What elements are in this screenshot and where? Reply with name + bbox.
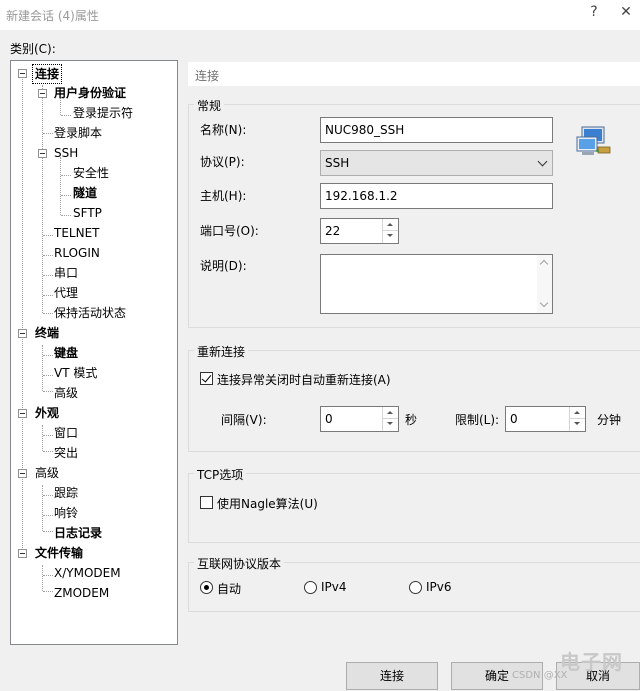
ip-v4-radio[interactable]	[304, 581, 317, 594]
description-textarea[interactable]	[320, 254, 553, 314]
auto-reconnect-checkbox[interactable]	[200, 372, 213, 385]
ip-version-group-title: 互联网协议版本	[194, 555, 285, 572]
ip-auto-radio[interactable]	[200, 581, 213, 594]
limit-increment-button[interactable]	[570, 407, 585, 419]
ip-v6-label[interactable]: IPv6	[426, 580, 452, 594]
limit-label: 限制(L):	[455, 413, 500, 427]
tree-item-serial[interactable]: 串口	[54, 264, 78, 282]
interval-value: 0	[325, 412, 333, 426]
collapse-icon[interactable]	[18, 329, 27, 338]
name-label: 名称(N):	[200, 123, 247, 137]
tree-item-keepalive[interactable]: 保持活动状态	[54, 304, 126, 322]
tree-item-vt-mode[interactable]: VT 模式	[54, 364, 97, 382]
ip-v4-label[interactable]: IPv4	[321, 580, 347, 594]
title-bar: 新建会话 (4)属性 ? ✕	[0, 0, 640, 30]
host-input[interactable]: 192.168.1.2	[320, 183, 553, 209]
protocol-label: 协议(P):	[200, 155, 245, 169]
tree-item-user-auth[interactable]: 用户身份验证	[54, 84, 126, 102]
reconnect-group-title: 重新连接	[194, 343, 249, 360]
auto-reconnect-label[interactable]: 连接异常关闭时自动重新连接(A)	[217, 371, 391, 388]
tree-item-login-prompt[interactable]: 登录提示符	[73, 104, 133, 122]
collapse-icon[interactable]	[18, 69, 27, 78]
scroll-down-icon[interactable]	[537, 298, 552, 313]
limit-decrement-button[interactable]	[570, 419, 585, 431]
description-scrollbar[interactable]	[537, 255, 552, 313]
tree-item-terminal[interactable]: 终端	[35, 324, 59, 342]
watermark-credit: CSDN @XX	[512, 670, 568, 681]
tree-item-ssh[interactable]: SSH	[54, 144, 78, 162]
tree-item-telnet[interactable]: TELNET	[54, 224, 100, 242]
nagle-label[interactable]: 使用Nagle算法(U)	[217, 495, 318, 512]
limit-value: 0	[510, 412, 518, 426]
tree-item-login-script[interactable]: 登录脚本	[54, 124, 102, 142]
tree-item-proxy[interactable]: 代理	[54, 284, 78, 302]
tree-item-advanced[interactable]: 高级	[35, 464, 59, 482]
port-label: 端口号(O):	[200, 224, 259, 238]
general-group-title: 常规	[194, 97, 225, 114]
host-label: 主机(H):	[200, 189, 247, 203]
category-label: 类别(C):	[10, 42, 56, 56]
network-computer-icon	[576, 125, 612, 159]
tree-item-file-transfer[interactable]: 文件传输	[35, 544, 83, 562]
interval-increment-button[interactable]	[383, 407, 398, 419]
limit-unit: 分钟	[597, 413, 622, 427]
tree-item-appearance[interactable]: 外观	[35, 404, 59, 422]
tree-item-security[interactable]: 安全性	[73, 164, 109, 182]
content-title: 连接	[195, 69, 220, 83]
tree-item-sftp[interactable]: SFTP	[73, 204, 102, 222]
connect-button[interactable]: 连接	[346, 662, 438, 690]
port-value: 22	[325, 224, 341, 238]
protocol-select-value: SSH	[325, 156, 350, 170]
tree-item-bell[interactable]: 响铃	[54, 504, 78, 522]
collapse-icon[interactable]	[18, 549, 27, 558]
tree-item-trace[interactable]: 跟踪	[54, 484, 78, 502]
collapse-icon[interactable]	[38, 149, 47, 158]
tree-item-terminal-advanced[interactable]: 高级	[54, 384, 78, 402]
interval-label: 间隔(V):	[221, 413, 267, 427]
interval-stepper[interactable]: 0	[320, 406, 399, 432]
interval-decrement-button[interactable]	[383, 419, 398, 431]
tree-item-rlogin[interactable]: RLOGIN	[54, 244, 100, 262]
watermark-logo-text: 电子网	[560, 650, 623, 674]
tree-item-highlight[interactable]: 突出	[54, 444, 78, 462]
content-header: 连接	[188, 62, 640, 86]
reconnect-group	[188, 350, 640, 452]
ip-auto-label[interactable]: 自动	[217, 580, 241, 597]
tree-item-logging[interactable]: 日志记录	[54, 524, 102, 542]
tree-item-tunnel[interactable]: 隧道	[73, 184, 97, 202]
close-button[interactable]: ✕	[617, 4, 635, 24]
tree-item-connection[interactable]: 连接	[32, 64, 63, 84]
tree-item-keyboard[interactable]: 键盘	[54, 344, 78, 362]
limit-stepper[interactable]: 0	[505, 406, 586, 432]
help-button[interactable]: ?	[585, 4, 603, 24]
interval-unit: 秒	[405, 413, 418, 427]
port-stepper[interactable]: 22	[320, 218, 399, 244]
name-input[interactable]: NUC980_SSH	[320, 117, 553, 143]
ip-v6-radio[interactable]	[409, 581, 422, 594]
window-title: 新建会话 (4)属性	[6, 9, 99, 23]
collapse-icon[interactable]	[18, 409, 27, 418]
tree-item-zmodem[interactable]: ZMODEM	[54, 584, 109, 602]
nagle-checkbox[interactable]	[200, 496, 213, 509]
collapse-icon[interactable]	[38, 89, 47, 98]
protocol-select[interactable]: SSH	[320, 150, 553, 176]
port-decrement-button[interactable]	[383, 231, 398, 243]
collapse-icon[interactable]	[18, 469, 27, 478]
tree-item-window[interactable]: 窗口	[54, 424, 78, 442]
port-increment-button[interactable]	[383, 219, 398, 231]
chevron-down-icon	[537, 156, 548, 167]
scroll-up-icon[interactable]	[537, 255, 552, 270]
tcp-options-group-title: TCP选项	[194, 466, 247, 483]
description-label: 说明(D):	[200, 259, 247, 273]
tree-item-xymodem[interactable]: X/YMODEM	[54, 564, 121, 582]
category-tree[interactable]: 连接 用户身份验证 登录提示符 登录脚本 SSH 安全性 隧道 SFTP TEL…	[10, 60, 178, 645]
